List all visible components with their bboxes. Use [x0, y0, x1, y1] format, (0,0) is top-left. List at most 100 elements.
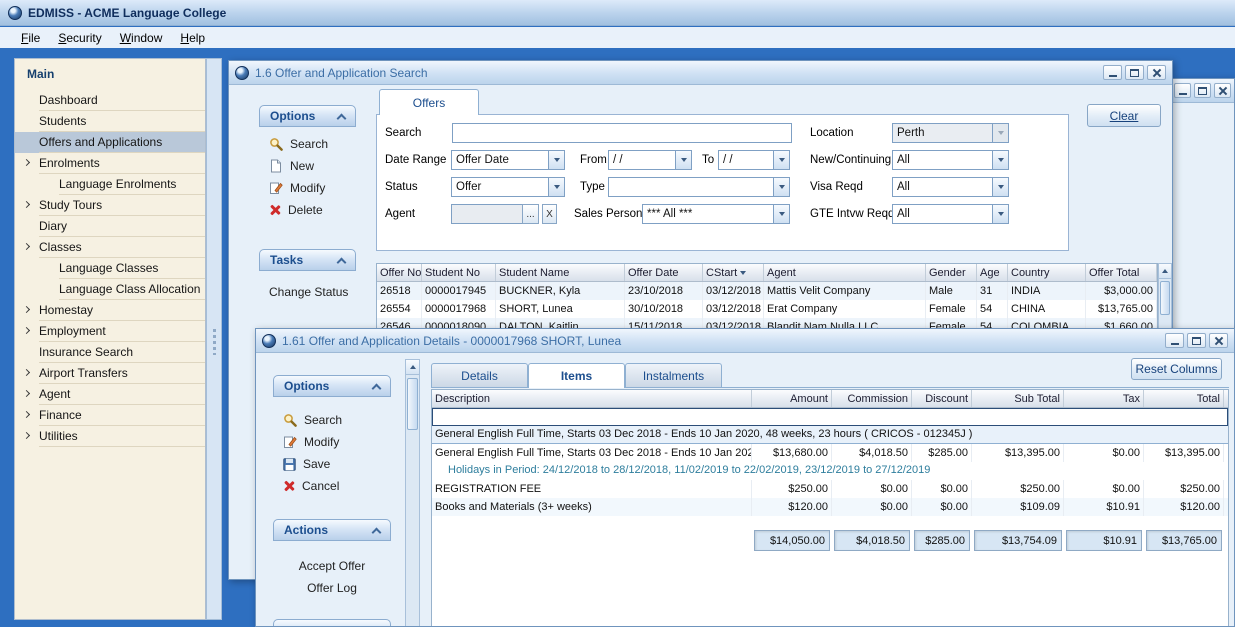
tab-items[interactable]: Items	[528, 363, 625, 388]
date-range-dropdown[interactable]: Offer Date	[451, 150, 565, 170]
sidebar-splitter[interactable]	[206, 58, 222, 620]
minimize-button[interactable]	[1165, 333, 1184, 348]
column-header[interactable]: Age	[977, 264, 1008, 281]
sidebar-item-dashboard[interactable]: Dashboard	[15, 90, 205, 111]
search-action[interactable]: Search	[259, 133, 356, 155]
column-header[interactable]: Total	[1144, 390, 1224, 407]
sidebar-item-offers-and-applications[interactable]: Offers and Applications	[15, 132, 205, 153]
scroll-up-button[interactable]	[1159, 264, 1171, 279]
close-button[interactable]	[1214, 83, 1231, 98]
sidebar-item-agent[interactable]: Agent	[15, 384, 205, 405]
options-panel-header[interactable]: Options	[259, 105, 356, 127]
change-status-action[interactable]: Change Status	[259, 281, 356, 303]
accept-offer-action[interactable]: Accept Offer	[273, 555, 391, 577]
menu-window[interactable]: Window	[111, 29, 172, 47]
agent-browse-button[interactable]: ...	[522, 204, 539, 224]
tasks-panel-header[interactable]: Tasks	[259, 249, 356, 271]
tab-details[interactable]: Details	[431, 363, 528, 387]
gte-intvw-reqd-dropdown[interactable]: All	[892, 204, 1009, 224]
minimize-button[interactable]	[1174, 83, 1191, 98]
modify-action[interactable]: Modify	[259, 177, 356, 199]
column-header[interactable]: Gender	[926, 264, 977, 281]
scroll-thumb[interactable]	[1160, 281, 1170, 315]
column-header[interactable]: Tax	[1064, 390, 1144, 407]
table-row[interactable]: Books and Materials (3+ weeks) $120.00 $…	[432, 498, 1228, 516]
column-header[interactable]: Offer No	[377, 264, 422, 281]
table-row[interactable]: 26554 0000017968 SHORT, Lunea 30/10/2018…	[377, 300, 1157, 318]
column-header[interactable]: Country	[1008, 264, 1086, 281]
sidebar-item-diary[interactable]: Diary	[15, 216, 205, 237]
sidebar-item-homestay[interactable]: Homestay	[15, 300, 205, 321]
search-input[interactable]	[452, 123, 792, 143]
menu-help[interactable]: Help	[171, 29, 214, 47]
sidebar-item-airport-transfers[interactable]: Airport Transfers	[15, 363, 205, 384]
menu-security[interactable]: Security	[49, 29, 110, 47]
bottom-panel-header[interactable]	[273, 619, 391, 627]
column-header[interactable]: Commission	[832, 390, 912, 407]
agent-input[interactable]	[451, 204, 523, 224]
maximize-button[interactable]	[1125, 65, 1144, 80]
reset-columns-button[interactable]: Reset Columns	[1131, 358, 1222, 380]
tab-offers[interactable]: Offers	[379, 89, 479, 115]
column-header[interactable]: Student No	[422, 264, 496, 281]
background-window[interactable]	[1172, 78, 1235, 330]
new-continuing-dropdown[interactable]: All	[892, 150, 1009, 170]
save-action[interactable]: Save	[273, 453, 391, 475]
agent-clear-button[interactable]: X	[542, 204, 557, 224]
status-dropdown[interactable]: Offer	[451, 177, 565, 197]
location-dropdown[interactable]: Perth	[892, 123, 1009, 143]
clear-button[interactable]: Clear	[1087, 104, 1161, 127]
column-header[interactable]: Offer Date	[625, 264, 703, 281]
sidebar-item-students[interactable]: Students	[15, 111, 205, 132]
column-header[interactable]: Offer Total	[1086, 264, 1157, 281]
offer-log-action[interactable]: Offer Log	[273, 577, 391, 599]
new-item-row[interactable]	[432, 408, 1228, 426]
from-date-input[interactable]: / /	[608, 150, 692, 170]
sales-person-dropdown[interactable]: *** All ***	[642, 204, 790, 224]
sidebar-item-finance[interactable]: Finance	[15, 405, 205, 426]
offer-details-titlebar[interactable]: 1.61 Offer and Application Details - 000…	[256, 329, 1234, 353]
table-row[interactable]: 26518 0000017945 BUCKNER, Kyla 23/10/201…	[377, 282, 1157, 300]
column-header[interactable]: CStart	[703, 264, 764, 281]
scroll-up-button[interactable]	[406, 360, 419, 375]
column-header[interactable]: Agent	[764, 264, 926, 281]
minimize-button[interactable]	[1103, 65, 1122, 80]
maximize-button[interactable]	[1187, 333, 1206, 348]
column-header[interactable]: Amount	[752, 390, 832, 407]
column-header[interactable]: Student Name	[496, 264, 625, 281]
offer-search-titlebar[interactable]: 1.6 Offer and Application Search	[229, 61, 1172, 85]
column-header[interactable]: Discount	[912, 390, 972, 407]
to-date-input[interactable]: / /	[718, 150, 790, 170]
options-panel-header[interactable]: Options	[273, 375, 391, 397]
menu-file[interactable]: File	[12, 29, 49, 47]
sidebar-item-language-enrolments[interactable]: Language Enrolments	[15, 174, 205, 195]
type-dropdown[interactable]	[608, 177, 790, 197]
sidebar-item-enrolments[interactable]: Enrolments	[15, 153, 205, 174]
maximize-button[interactable]	[1194, 83, 1211, 98]
table-row[interactable]: General English Full Time, Starts 03 Dec…	[432, 444, 1228, 462]
scroll-thumb[interactable]	[407, 378, 418, 430]
tab-instalments[interactable]: Instalments	[625, 363, 722, 387]
close-button[interactable]	[1147, 65, 1166, 80]
visa-reqd-dropdown[interactable]: All	[892, 177, 1009, 197]
sidebar-item-language-class-allocation[interactable]: Language Class Allocation	[15, 279, 205, 300]
new-action[interactable]: New	[259, 155, 356, 177]
app-titlebar[interactable]: EDMISS - ACME Language College	[0, 0, 1235, 26]
column-header[interactable]: Sub Total	[972, 390, 1064, 407]
sidebar-item-employment[interactable]: Employment	[15, 321, 205, 342]
sidebar-item-classes[interactable]: Classes	[15, 237, 205, 258]
column-header[interactable]: Description	[432, 390, 752, 407]
sidebar-item-language-classes[interactable]: Language Classes	[15, 258, 205, 279]
group-header-row[interactable]: General English Full Time, Starts 03 Dec…	[432, 426, 1228, 444]
sidebar-item-study-tours[interactable]: Study Tours	[15, 195, 205, 216]
actions-panel-header[interactable]: Actions	[273, 519, 391, 541]
search-action[interactable]: Search	[273, 409, 391, 431]
close-button[interactable]	[1209, 333, 1228, 348]
delete-action[interactable]: Delete	[259, 199, 356, 221]
side-panel-scrollbar[interactable]	[405, 359, 420, 627]
cancel-action[interactable]: Cancel	[273, 475, 391, 497]
modify-action[interactable]: Modify	[273, 431, 391, 453]
background-window-titlebar[interactable]	[1173, 79, 1234, 103]
sidebar-item-insurance-search[interactable]: Insurance Search	[15, 342, 205, 363]
sidebar-item-utilities[interactable]: Utilities	[15, 426, 205, 447]
